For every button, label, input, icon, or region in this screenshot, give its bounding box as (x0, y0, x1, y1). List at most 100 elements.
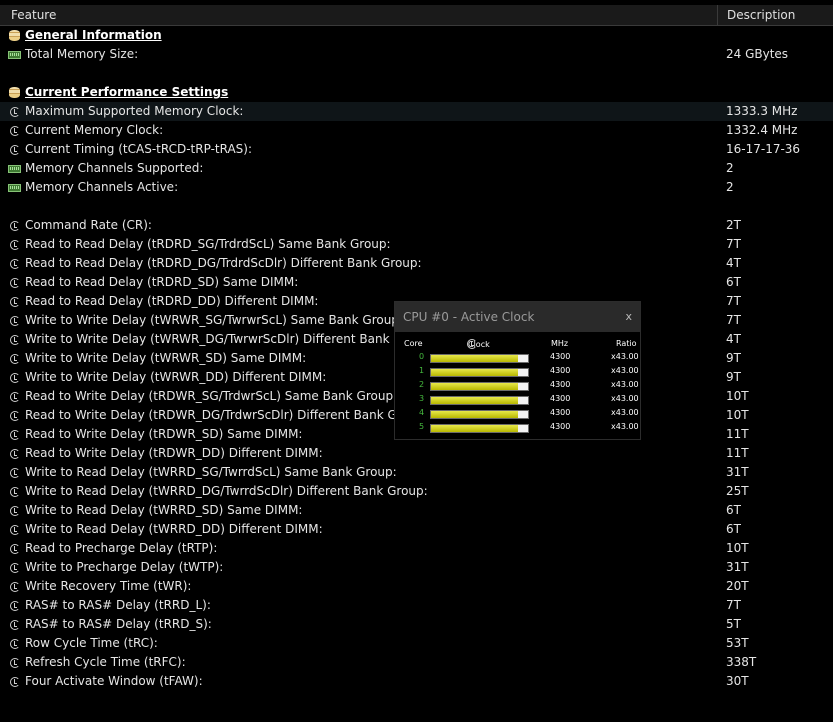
feature-row[interactable]: Write Recovery Time (tWR): 20T (0, 577, 833, 596)
core-row: 4 4300 x43.00 (395, 408, 640, 422)
feature-value: 16-17-17-36 (726, 142, 801, 156)
feature-value: 9T (726, 351, 741, 365)
feature-label: Write to Write Delay (tWRWR_SD) Same DIM… (25, 351, 307, 365)
core-row: 0 4300 x43.00 (395, 352, 640, 366)
feature-label: Read to Precharge Delay (tRTP): (25, 541, 218, 555)
clock-icon (8, 542, 21, 555)
clock-icon (8, 637, 21, 650)
section-header[interactable]: General Information (0, 26, 833, 45)
feature-column-header[interactable]: Feature (0, 5, 718, 25)
clock-icon (8, 124, 21, 137)
feature-row[interactable]: Row Cycle Time (tRC): 53T (0, 634, 833, 653)
core-id: 3 (419, 394, 425, 403)
feature-label: Write to Read Delay (tWRRD_SD) Same DIMM… (25, 503, 303, 517)
feature-label: Write to Write Delay (tWRWR_DD) Differen… (25, 370, 327, 384)
feature-label: Read to Read Delay (tRDRD_DG/TrdrdScDlr)… (25, 256, 422, 270)
feature-row[interactable]: Current Memory Clock: 1332.4 MHz (0, 121, 833, 140)
clock-icon (8, 352, 21, 365)
close-icon[interactable]: x (625, 302, 632, 332)
feature-row[interactable]: Current Timing (tCAS-tRCD-tRP-tRAS): 16-1… (0, 140, 833, 159)
feature-value: 1333.3 MHz (726, 104, 798, 118)
feature-value: 10T (726, 541, 749, 555)
feature-row[interactable]: Write to Read Delay (tWRRD_DD) Different… (0, 520, 833, 539)
memory-icon (8, 181, 21, 194)
clock-bar (430, 368, 529, 377)
feature-row[interactable]: Read to Read Delay (tRDRD_DG/TrdrdScDlr)… (0, 254, 833, 273)
feature-value: 338T (726, 655, 757, 669)
feature-row[interactable]: Write to Read Delay (tWRRD_SG/TwrrdScL) … (0, 463, 833, 482)
feature-value: 6T (726, 275, 741, 289)
core-mhz: 4300 (550, 408, 571, 417)
feature-value: 10T (726, 408, 749, 422)
clock-bar-fill (431, 383, 519, 390)
feature-label: Write to Read Delay (tWRRD_SG/TwrrdScL) … (25, 465, 397, 479)
feature-row[interactable]: Command Rate (CR): 2T (0, 216, 833, 235)
core-ratio: x43.00 (611, 352, 639, 361)
feature-label: Read to Write Delay (tRDWR_DG/TrdwrScDlr… (25, 408, 425, 422)
clock-icon (8, 466, 21, 479)
column-header: Feature Description (0, 5, 833, 26)
feature-row[interactable]: Memory Channels Supported: 2 (0, 159, 833, 178)
feature-value: 9T (726, 370, 741, 384)
feature-row[interactable]: Write to Read Delay (tWRRD_SD) Same DIMM… (0, 501, 833, 520)
feature-label: Command Rate (CR): (25, 218, 152, 232)
core-mhz: 4300 (550, 422, 571, 431)
clock-icon (8, 561, 21, 574)
clock-bar-fill (431, 397, 519, 404)
feature-row[interactable]: Memory Channels Active: 2 (0, 178, 833, 197)
feature-row[interactable]: RAS# to RAS# Delay (tRRD_L): 7T (0, 596, 833, 615)
feature-row[interactable]: Refresh Cycle Time (tRFC): 338T (0, 653, 833, 672)
feature-value: 7T (726, 294, 741, 308)
clock-bar-fill (431, 355, 519, 362)
clock-icon (8, 523, 21, 536)
feature-row[interactable]: Total Memory Size: 24 GBytes (0, 45, 833, 64)
feature-row[interactable]: Maximum Supported Memory Clock: 1333.3 MH… (0, 102, 833, 121)
core-ratio: x43.00 (611, 366, 639, 375)
feature-row[interactable]: Read to Write Delay (tRDWR_DD) Different… (0, 444, 833, 463)
feature-value: 5T (726, 617, 741, 631)
section-header[interactable]: Current Performance Settings (0, 83, 833, 102)
feature-label: Write Recovery Time (tWR): (25, 579, 192, 593)
popup-title: CPU #0 - Active Clock (403, 310, 535, 324)
feature-value: 10T (726, 389, 749, 403)
feature-row[interactable]: Read to Read Delay (tRDRD_SG/TrdrdScL) S… (0, 235, 833, 254)
feature-value: 31T (726, 560, 749, 574)
clock-icon (8, 428, 21, 441)
clock-icon (8, 390, 21, 403)
feature-row[interactable]: Four Activate Window (tFAW): 30T (0, 672, 833, 691)
clock-bar (430, 424, 529, 433)
feature-value: 7T (726, 237, 741, 251)
feature-label: Four Activate Window (tFAW): (25, 674, 203, 688)
core-row: 5 4300 x43.00 (395, 422, 640, 436)
core-id: 2 (419, 380, 425, 389)
feature-row[interactable]: Write to Read Delay (tWRRD_DG/TwrrdScDlr… (0, 482, 833, 501)
feature-value: 30T (726, 674, 749, 688)
clock-icon (8, 219, 21, 232)
ratio-column-header: Ratio (616, 339, 637, 348)
description-column-header[interactable]: Description (719, 5, 833, 25)
feature-row[interactable]: Read to Read Delay (tRDRD_SD) Same DIMM:… (0, 273, 833, 292)
feature-row[interactable]: RAS# to RAS# Delay (tRRD_S): 5T (0, 615, 833, 634)
spacer-row (0, 64, 833, 83)
core-mhz: 4300 (550, 380, 571, 389)
clock-icon (8, 105, 21, 118)
core-id: 0 (419, 352, 425, 361)
section-title: General Information (25, 28, 162, 42)
core-ratio: x43.00 (611, 394, 639, 403)
core-mhz: 4300 (550, 366, 571, 375)
clock-bar (430, 382, 529, 391)
feature-value: 2 (726, 180, 734, 194)
core-id: 1 (419, 366, 425, 375)
feature-value: 11T (726, 427, 749, 441)
aida64-memory-window: Feature Description General Information T… (0, 0, 833, 722)
feature-label: Read to Write Delay (tRDWR_DD) Different… (25, 446, 323, 460)
feature-value: 6T (726, 503, 741, 517)
feature-value: 53T (726, 636, 749, 650)
feature-row[interactable]: Write to Precharge Delay (tWTP): 31T (0, 558, 833, 577)
clock-icon (8, 504, 21, 517)
feature-value: 2T (726, 218, 741, 232)
popup-titlebar[interactable]: CPU #0 - Active Clock x (395, 302, 640, 332)
active-clock-popup[interactable]: CPU #0 - Active Clock x Core Clock MHz R… (394, 301, 641, 440)
feature-row[interactable]: Read to Precharge Delay (tRTP): 10T (0, 539, 833, 558)
feature-label: Memory Channels Supported: (25, 161, 204, 175)
